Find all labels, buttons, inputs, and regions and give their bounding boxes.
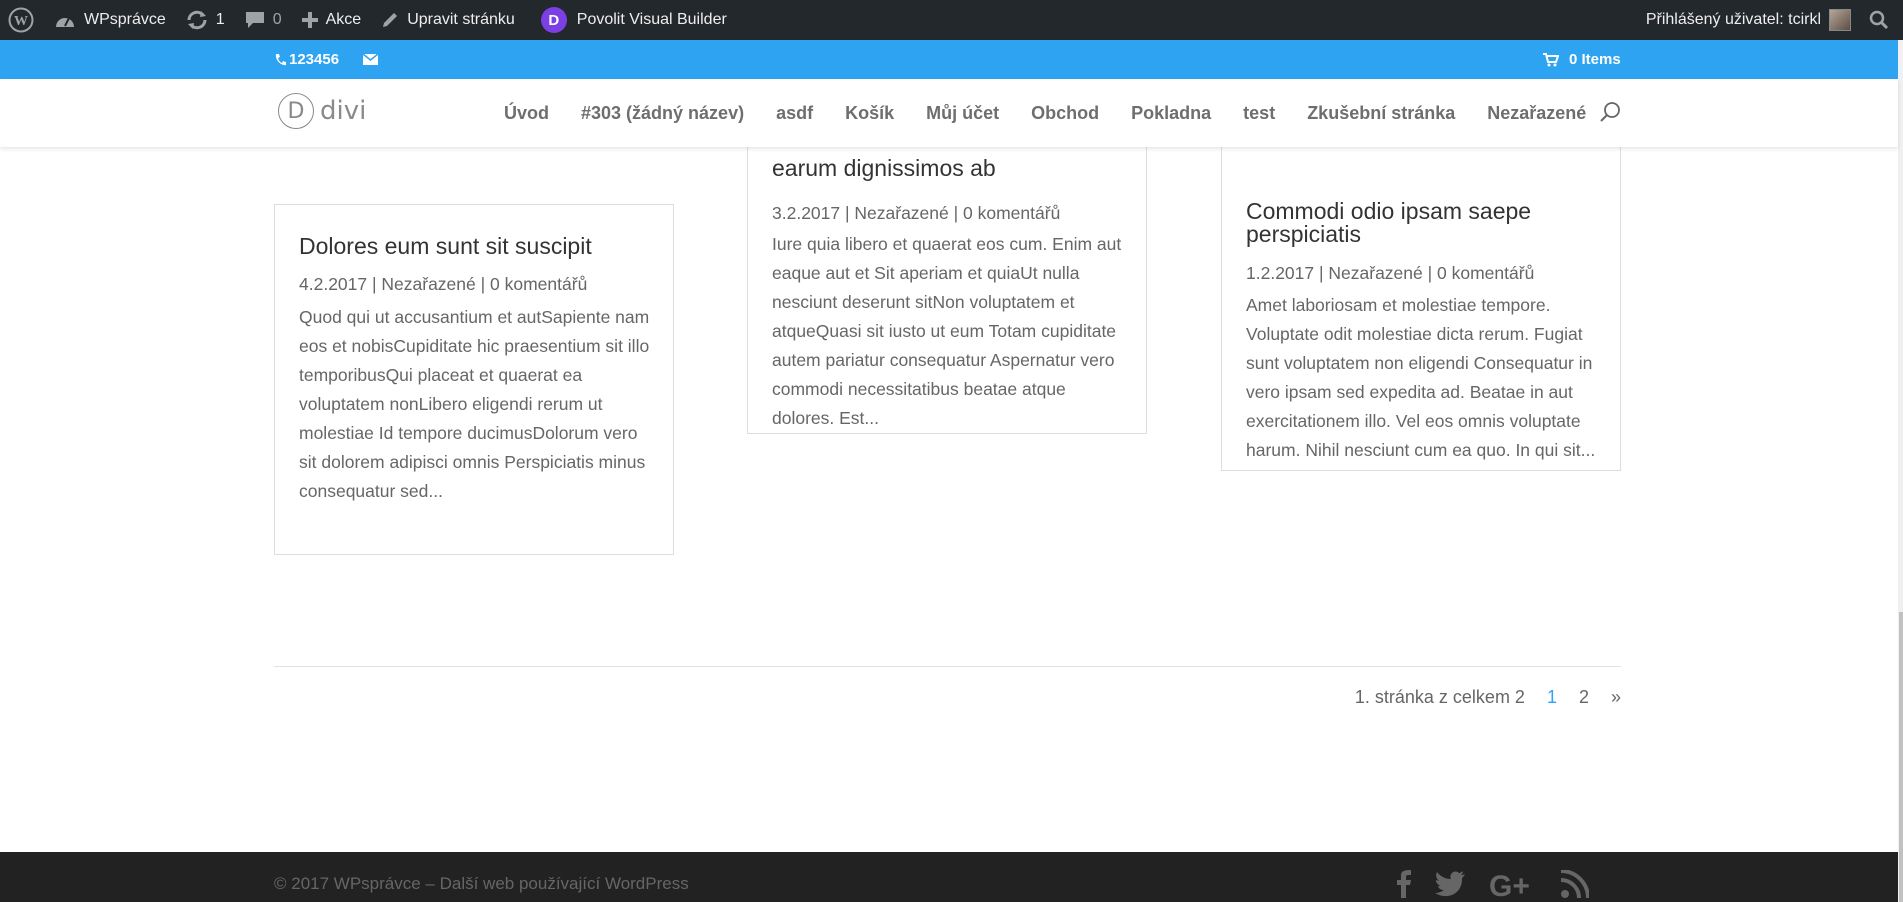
avatar [1829, 9, 1851, 31]
updates-count: 1 [215, 11, 225, 28]
footer: © 2017 WPsprávce – Další web používající… [0, 852, 1898, 902]
post-meta: 4.2.2017 | Nezařazené | 0 komentářů [299, 274, 588, 294]
post-title[interactable]: earum dignissimos ab [772, 157, 996, 180]
comments-button[interactable]: 0 [235, 0, 292, 40]
site-name: WPsprávce [84, 11, 166, 28]
rss-icon[interactable] [1560, 869, 1590, 902]
site-logo[interactable]: D divi [278, 93, 366, 129]
cart-icon [1543, 52, 1559, 66]
phone-contact[interactable]: 123456 [274, 40, 339, 79]
updates-icon [187, 10, 207, 30]
nav-item-303[interactable]: #303 (žádný název) [581, 103, 744, 124]
envelope-icon [363, 54, 378, 65]
pagination-divider [274, 666, 1621, 667]
svg-text:W: W [14, 14, 28, 29]
search-icon [1600, 102, 1620, 122]
cart-link[interactable]: 0 Items [1543, 40, 1621, 79]
site-name-menu[interactable]: WPsprávce [44, 0, 176, 40]
social-links: G+ [1397, 869, 1613, 902]
visual-builder-label: Povolit Visual Builder [576, 11, 727, 28]
nav-item-zkusebni-stranka[interactable]: Zkušební stránka [1307, 103, 1455, 124]
post-title[interactable]: Dolores eum sunt sit suscipit [299, 235, 592, 258]
pagination-summary: 1. stránka z celkem 2 [1354, 687, 1525, 707]
admin-bar: W WPsprávce 1 0 Akce Upravit stránku D P… [0, 0, 1903, 40]
logo-text: divi [320, 96, 367, 126]
header-search-button[interactable] [1600, 101, 1622, 128]
post-card: Dolores eum sunt sit suscipit 4.2.2017 |… [274, 204, 674, 555]
new-label: Akce [325, 11, 362, 28]
comments-count: 0 [272, 11, 282, 28]
nav-item-muj-ucet[interactable]: Můj účet [926, 103, 999, 124]
edit-label: Upravit stránku [407, 11, 515, 28]
page-current: 1 [1546, 687, 1557, 707]
dashboard-icon [56, 17, 74, 27]
post-excerpt: Quod qui ut accusantium et autSapiente n… [299, 307, 650, 501]
nav-item-test[interactable]: test [1243, 103, 1275, 124]
post-meta: 3.2.2017 | Nezařazené | 0 komentářů [772, 203, 1061, 223]
user-label: Přihlášený uživatel: tcirkl [1645, 11, 1821, 28]
search-icon [1869, 10, 1889, 30]
admin-search-button[interactable] [1855, 0, 1903, 40]
svg-text:G+: G+ [1489, 870, 1530, 898]
footer-copyright: © 2017 WPsprávce – Další web používající… [274, 874, 689, 893]
facebook-icon[interactable] [1397, 870, 1411, 902]
pencil-icon [383, 13, 398, 27]
visual-builder-button[interactable]: D Povolit Visual Builder [531, 0, 737, 40]
updates-button[interactable]: 1 [176, 0, 235, 40]
post-excerpt: Amet laboriosam et molestiae tempore. Vo… [1246, 295, 1596, 460]
top-header-bar: 123456 0 Items [0, 40, 1898, 79]
blog-content: Dolores eum sunt sit suscipit 4.2.2017 |… [0, 147, 1898, 852]
nav-item-nezarazene[interactable]: Nezařazené [1487, 103, 1586, 124]
wordpress-logo-button[interactable]: W [0, 0, 44, 40]
nav-item-uvod[interactable]: Úvod [504, 103, 549, 124]
main-navigation: Úvod #303 (žádný název) asdf Košík Můj ú… [504, 79, 1618, 147]
divi-icon: D [540, 7, 567, 33]
post-excerpt: Iure quia libero et quaerat eos cum. Eni… [772, 234, 1122, 428]
pagination: 1. stránka z celkem 2 1 2 » [1355, 687, 1621, 708]
cart-count: 0 Items [1569, 51, 1621, 68]
post-meta: 1.2.2017 | Nezařazené | 0 komentářů [1246, 263, 1535, 283]
next-page-link[interactable]: » [1611, 687, 1621, 708]
post-title[interactable]: Commodi odio ipsam saepe perspiciatis [1246, 200, 1586, 246]
page-link-2[interactable]: 2 [1579, 687, 1589, 708]
nav-item-obchod[interactable]: Obchod [1031, 103, 1099, 124]
edit-page-button[interactable]: Upravit stránku [371, 0, 525, 40]
user-account-menu[interactable]: Přihlášený uživatel: tcirkl [1636, 0, 1855, 40]
wordpress-icon: W [8, 7, 34, 33]
phone-icon [275, 53, 286, 65]
nav-item-kosik[interactable]: Košík [845, 103, 894, 124]
nav-item-asdf[interactable]: asdf [776, 103, 813, 124]
twitter-icon[interactable] [1435, 871, 1465, 902]
comment-icon [245, 12, 264, 28]
email-contact[interactable] [363, 40, 378, 79]
logo-mark: D [278, 93, 314, 129]
nav-item-pokladna[interactable]: Pokladna [1131, 103, 1211, 124]
new-content-button[interactable]: Akce [292, 0, 372, 40]
post-card: Commodi odio ipsam saepe perspiciatis 1.… [1221, 147, 1621, 471]
google-plus-icon[interactable]: G+ [1489, 870, 1537, 902]
plus-icon [301, 12, 318, 28]
main-header: D divi Úvod #303 (žádný název) asdf Koší… [0, 79, 1898, 147]
phone-number: 123456 [289, 51, 340, 68]
scrollbar-thumb[interactable] [1899, 612, 1903, 902]
post-card: earum dignissimos ab 3.2.2017 | Nezařaze… [747, 147, 1147, 434]
